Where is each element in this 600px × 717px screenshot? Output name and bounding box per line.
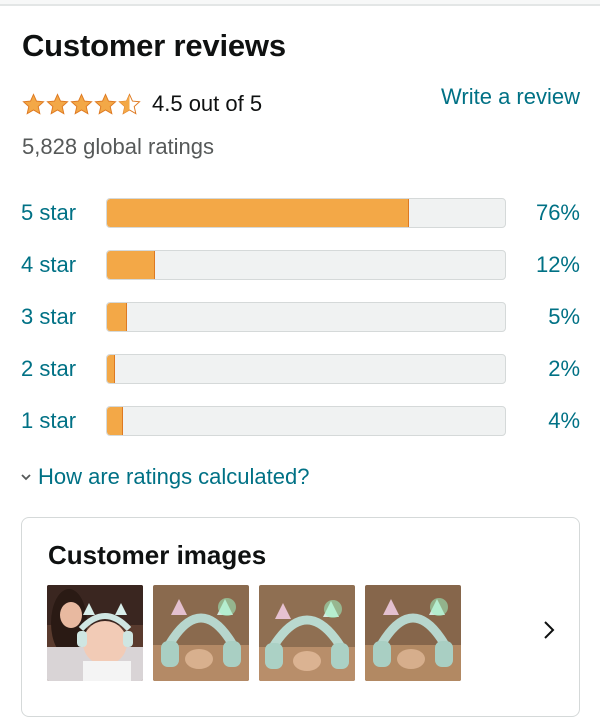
histogram-percent: 76% xyxy=(535,200,580,225)
star-full-icon xyxy=(70,92,93,115)
histogram-row-5-star[interactable]: 5 star 76% xyxy=(0,198,600,230)
histogram-bar xyxy=(106,198,506,228)
histogram-percent: 12% xyxy=(535,252,580,277)
histogram-label: 3 star xyxy=(21,304,77,329)
star-half-icon xyxy=(118,92,141,115)
photo-cat-ear-headphones-icon xyxy=(365,585,461,681)
ratings-calculation-link[interactable]: How are ratings calculated? xyxy=(20,464,309,490)
customer-image-thumbnail[interactable] xyxy=(153,585,249,681)
histogram-label: 5 star xyxy=(21,200,77,225)
histogram-bar xyxy=(106,354,506,384)
customer-images-title: Customer images xyxy=(48,540,267,570)
chevron-right-icon[interactable] xyxy=(539,616,559,644)
histogram-label: 1 star xyxy=(21,408,77,433)
customer-image-thumbnail[interactable] xyxy=(365,585,461,681)
histogram-label: 2 star xyxy=(21,356,77,381)
photo-cat-ear-headphones-icon xyxy=(259,585,355,681)
histogram-bar xyxy=(106,302,506,332)
customer-images-card: Customer images xyxy=(21,517,580,717)
customer-image-thumbnail[interactable] xyxy=(259,585,355,681)
histogram-bar xyxy=(106,250,506,280)
histogram-row-4-star[interactable]: 4 star 12% xyxy=(0,250,600,282)
histogram-bar-fill xyxy=(107,407,123,435)
photo-cat-ear-headphones-icon xyxy=(153,585,249,681)
star-full-icon xyxy=(94,92,117,115)
star-rating xyxy=(22,92,142,116)
section-title: Customer reviews xyxy=(22,28,286,63)
histogram-bar-fill xyxy=(107,251,155,279)
histogram-label: 4 star xyxy=(21,252,77,277)
top-divider xyxy=(0,0,600,6)
histogram-row-2-star[interactable]: 2 star 2% xyxy=(0,354,600,386)
histogram-bar xyxy=(106,406,506,436)
rating-value-text: 4.5 out of 5 xyxy=(152,91,263,116)
chevron-down-icon xyxy=(21,474,31,481)
global-ratings-count: 5,828 global ratings xyxy=(22,134,215,159)
average-rating[interactable]: 4.5 out of 5 xyxy=(22,90,262,118)
ratings-calculation-label: How are ratings calculated? xyxy=(38,464,310,489)
customer-image-thumbnail[interactable] xyxy=(47,585,143,681)
histogram-percent: 4% xyxy=(548,408,580,433)
histogram-percent: 2% xyxy=(548,356,580,381)
histogram-percent: 5% xyxy=(548,304,580,329)
histogram-bar-fill xyxy=(107,303,127,331)
photo-mom-and-baby-icon xyxy=(47,585,143,681)
histogram-row-3-star[interactable]: 3 star 5% xyxy=(0,302,600,334)
histogram-bar-fill xyxy=(107,199,410,227)
histogram-row-1-star[interactable]: 1 star 4% xyxy=(0,406,600,438)
star-full-icon xyxy=(22,92,45,115)
write-review-link[interactable]: Write a review xyxy=(441,84,580,110)
histogram-bar-fill xyxy=(107,355,115,383)
star-full-icon xyxy=(46,92,69,115)
